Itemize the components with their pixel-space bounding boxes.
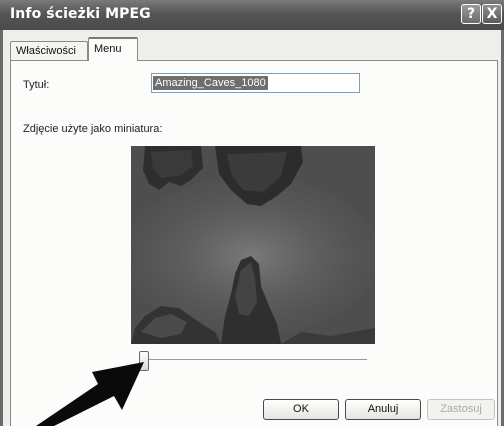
window-title: Info ścieżki MPEG <box>10 6 151 22</box>
title-input[interactable]: Amazing_Caves_1080 <box>151 73 360 93</box>
title-field-label: Tytuł: <box>23 79 50 91</box>
apply-button[interactable]: Zastosuj <box>427 399 495 420</box>
ok-button[interactable]: OK <box>263 399 339 420</box>
pointer-arrow-icon <box>36 362 144 426</box>
tab-properties[interactable]: Właściwości <box>10 41 88 60</box>
cancel-button[interactable]: Anuluj <box>345 399 421 420</box>
close-button[interactable]: X <box>482 4 502 24</box>
dialog-window: Info ścieżki MPEG ? X Właściwości Menu T… <box>0 0 504 426</box>
help-button[interactable]: ? <box>461 4 481 24</box>
slider-track-highlight <box>141 360 367 361</box>
title-bar[interactable]: Info ścieżki MPEG ? X <box>0 0 504 30</box>
thumbnail-preview <box>131 146 375 344</box>
thumbnail-label: Zdjęcie użyte jako miniatura: <box>23 123 163 135</box>
cave-image <box>131 146 375 344</box>
tab-menu[interactable]: Menu <box>88 37 138 61</box>
title-input-selected-text: Amazing_Caves_1080 <box>153 76 268 90</box>
